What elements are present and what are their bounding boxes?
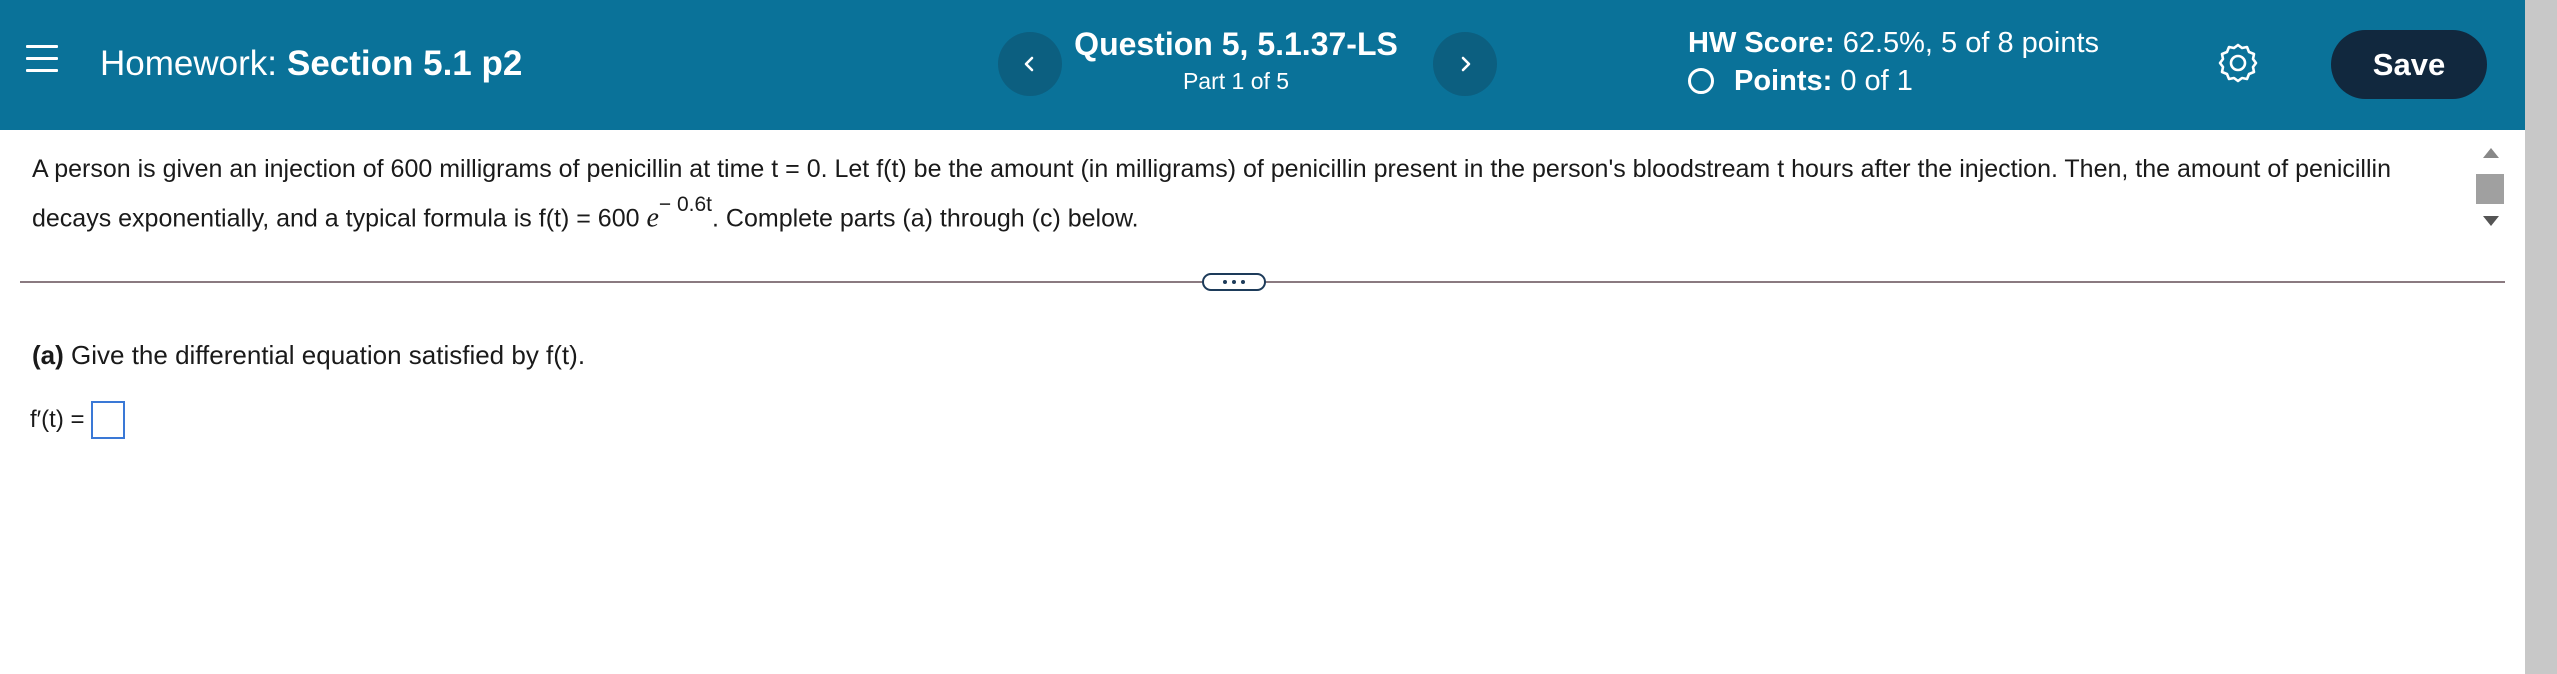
chevron-left-icon (1024, 56, 1034, 72)
scroll-thumb[interactable] (2476, 174, 2504, 204)
question-text-end: . Complete parts (a) through (c) below. (712, 204, 1139, 233)
points: Points: 0 of 1 (1688, 62, 2099, 100)
save-button[interactable]: Save (2331, 30, 2487, 99)
question-part: Part 1 of 5 (1182, 68, 1290, 94)
next-question-button[interactable] (1433, 32, 1497, 96)
hw-score-value: 62.5%, 5 of 8 points (1842, 27, 2100, 59)
scroll-down-arrow-icon[interactable] (2483, 216, 2499, 226)
page-scrollbar[interactable] (2525, 0, 2557, 674)
hw-score: HW Score: 62.5%, 5 of 8 points (1688, 24, 2099, 62)
dot-icon (1241, 280, 1245, 284)
question-info: Question 5, 5.1.37-LS Part 1 of 5 (1060, 24, 1412, 96)
dot-icon (1223, 280, 1227, 284)
homework-section: Section 5.1 p2 (286, 44, 523, 83)
dot-icon (1232, 280, 1236, 284)
scroll-up-arrow-icon[interactable] (2483, 148, 2499, 158)
question-scrollbar[interactable] (2475, 140, 2505, 238)
score-info: HW Score: 62.5%, 5 of 8 points Points: 0… (1688, 24, 2099, 100)
question-title: Question 5, 5.1.37-LS (1074, 26, 1398, 62)
top-bar: Homework: Section 5.1 p2 Question 5, 5.1.… (0, 0, 2525, 130)
expand-question-button[interactable] (1202, 273, 1266, 291)
homework-prefix: Homework: (100, 44, 277, 83)
answer-lhs: f′(t) = (30, 406, 85, 433)
part-a-text: Give the differential equation satisfied… (71, 340, 586, 370)
formula-base: e (646, 202, 659, 234)
answer-input[interactable] (90, 401, 125, 439)
points-label: Points: (1734, 65, 1833, 97)
previous-question-button[interactable] (998, 32, 1062, 96)
gear-icon[interactable] (2217, 42, 2259, 84)
part-a-label: (a) (32, 340, 64, 370)
hw-score-label: HW Score: (1688, 27, 1835, 59)
homework-title: Homework: Section 5.1 p2 (100, 44, 522, 84)
part-a-prompt: (a) Give the differential equation satis… (32, 338, 585, 372)
formula-exponent: − 0.6t (658, 193, 713, 216)
hamburger-menu-icon[interactable] (26, 45, 58, 73)
chevron-right-icon (1461, 56, 1471, 72)
circle-outline-icon (1688, 68, 1714, 94)
question-text: A person is given an injection of 600 mi… (32, 148, 2472, 239)
points-value: 0 of 1 (1840, 65, 1913, 97)
answer-row: f′(t) = (30, 400, 125, 440)
question-text-main: A person is given an injection of 600 mi… (32, 155, 2391, 233)
